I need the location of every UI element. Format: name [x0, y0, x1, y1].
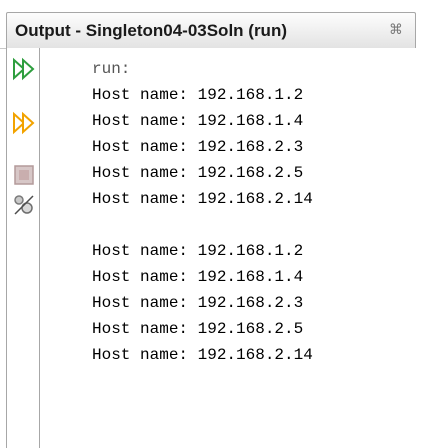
- stop-icon[interactable]: [11, 162, 37, 188]
- rerun-with-options-icon[interactable]: [11, 110, 37, 136]
- console-line: Host name: 192.168.2.14: [92, 346, 313, 364]
- console-line: Host name: 192.168.2.14: [92, 190, 313, 208]
- tab-title: Output - Singleton04-03Soln (run): [15, 20, 287, 40]
- console-line: Host name: 192.168.1.4: [92, 268, 304, 286]
- console-line: run:: [92, 60, 131, 78]
- console-line: Host name: 192.168.2.5: [92, 164, 304, 182]
- console-line: Host name: 192.168.1.4: [92, 112, 304, 130]
- settings-icon[interactable]: [11, 192, 37, 218]
- console-line: Host name: 192.168.2.3: [92, 294, 304, 312]
- close-icon[interactable]: ⌘: [389, 21, 403, 39]
- output-tab[interactable]: Output - Singleton04-03Soln (run) ⌘: [6, 12, 416, 48]
- console-line: Host name: 192.168.2.3: [92, 138, 304, 156]
- console-line: Host name: 192.168.1.2: [92, 242, 304, 260]
- console-line: Host name: 192.168.1.2: [92, 86, 304, 104]
- output-console[interactable]: run: Host name: 192.168.1.2 Host name: 1…: [40, 48, 424, 448]
- tab-bar: Output - Singleton04-03Soln (run) ⌘: [0, 0, 424, 49]
- console-line: Host name: 192.168.2.5: [92, 320, 304, 338]
- output-toolbar: [6, 48, 40, 448]
- output-window: Output - Singleton04-03Soln (run) ⌘ run:…: [0, 0, 424, 448]
- rerun-icon[interactable]: [11, 56, 37, 82]
